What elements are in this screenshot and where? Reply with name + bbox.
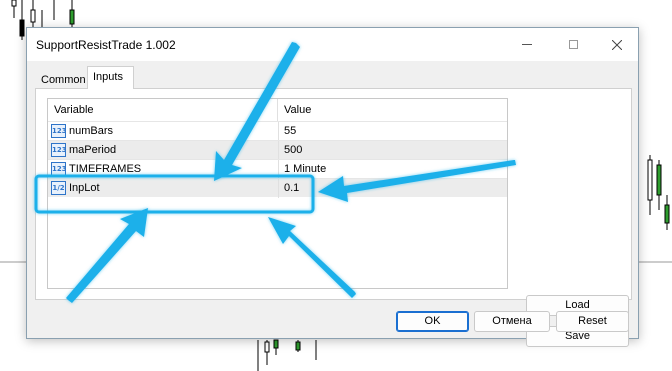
table-row[interactable]: 1/2 InpLot 0.1 [48,178,507,198]
variable-value[interactable]: 500 [284,141,302,160]
integer-type-icon: 123 [51,143,66,157]
variable-name: numBars [69,125,114,137]
close-button[interactable] [594,28,640,61]
column-header-value[interactable]: Value [278,99,507,121]
column-divider [278,179,279,198]
variable-value[interactable]: 0.1 [284,179,299,198]
close-icon [612,39,622,50]
table-header: Variable Value [48,99,507,121]
ok-button[interactable]: OK [396,311,469,332]
window-title: SupportResistTrade 1.002 [36,38,176,52]
column-divider [278,122,279,141]
table-row[interactable]: 123 TIMEFRAMES 1 Minute [48,159,507,179]
maximize-button[interactable] [550,28,596,61]
column-header-variable[interactable]: Variable [48,99,278,121]
column-divider [278,141,279,160]
inputs-table: Variable Value 123 numBars 55 123 maPeri… [47,98,508,289]
table-row[interactable]: 123 numBars 55 [48,121,507,141]
integer-type-icon: 123 [51,162,66,176]
table-row[interactable]: 123 maPeriod 500 [48,140,507,160]
double-type-icon: 1/2 [51,181,66,195]
reset-button[interactable]: Reset [556,311,629,332]
inputs-dialog: SupportResistTrade 1.002 Common Inputs V… [26,27,639,347]
variable-value[interactable]: 1 Minute [284,160,326,179]
minimize-button[interactable] [504,28,550,61]
minimize-icon [522,44,532,45]
variable-name: TIMEFRAMES [69,163,142,175]
variable-name: maPeriod [69,144,117,156]
title-bar[interactable]: SupportResistTrade 1.002 [27,28,638,61]
column-divider [278,160,279,179]
variable-name: InpLot [69,182,100,194]
tab-inputs[interactable]: Inputs [87,66,134,89]
cancel-button[interactable]: Отмена [474,311,550,332]
variable-value[interactable]: 55 [284,122,296,141]
maximize-icon [568,40,578,49]
integer-type-icon: 123 [51,124,66,138]
tab-common[interactable]: Common [35,70,86,88]
inputs-panel: Variable Value 123 numBars 55 123 maPeri… [35,88,632,347]
